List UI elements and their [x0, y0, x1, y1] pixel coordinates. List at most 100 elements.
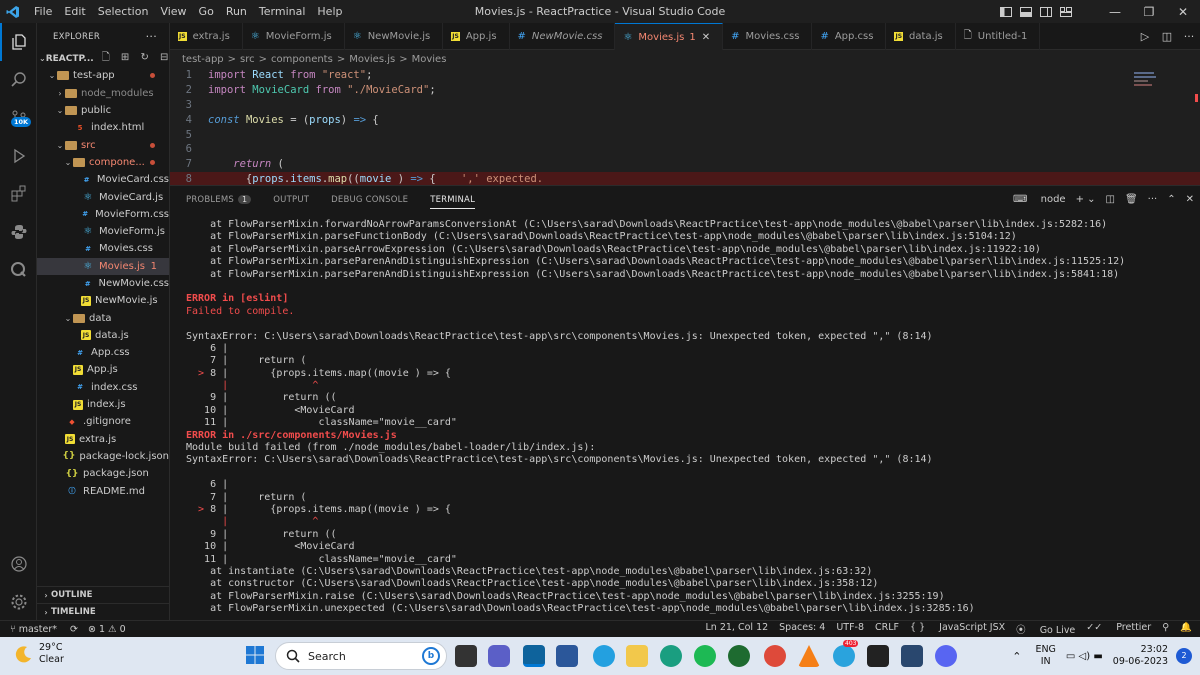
python-icon[interactable]: [0, 213, 37, 251]
menu-item-help[interactable]: Help: [311, 0, 348, 23]
task-view-icon[interactable]: [455, 645, 477, 667]
eol-status[interactable]: CRLF: [875, 622, 899, 636]
tree-folder[interactable]: ⌄ test-app: [37, 67, 169, 84]
tree-file[interactable]: {} package.json: [37, 465, 169, 482]
new-terminal-icon[interactable]: + ⌄: [1076, 194, 1096, 205]
tree-file[interactable]: ⓘ README.md: [37, 482, 169, 499]
search-icon[interactable]: [0, 61, 37, 99]
indentation-status[interactable]: Spaces: 4: [779, 622, 825, 636]
menu-item-view[interactable]: View: [154, 0, 192, 23]
tree-file[interactable]: 5 index.html: [37, 119, 169, 136]
teams-chat-icon[interactable]: [488, 645, 510, 667]
restore-button[interactable]: ❐: [1132, 0, 1166, 23]
browser-icon[interactable]: [593, 645, 615, 667]
network-volume-battery-icons[interactable]: ▭ ◁) ▬: [1066, 651, 1103, 662]
code-line[interactable]: 2 import MovieCard from "./MovieCard";: [170, 83, 1200, 98]
tab-extra-js[interactable]: JS extra.js: [170, 23, 243, 50]
split-terminal-icon[interactable]: ◫: [1106, 194, 1115, 205]
code-line[interactable]: 5: [170, 127, 1200, 142]
notifications-bell-icon[interactable]: 🔔: [1180, 622, 1192, 636]
tree-file[interactable]: # MovieCard.css: [37, 171, 169, 188]
language-status[interactable]: { } JavaScript JSX: [910, 622, 1005, 636]
chrome-icon[interactable]: [764, 645, 786, 667]
language-indicator[interactable]: ENG IN: [1035, 644, 1055, 668]
tree-file[interactable]: # NewMovie.css: [37, 275, 169, 292]
extensions-icon[interactable]: [0, 175, 37, 213]
explorer-icon[interactable]: [0, 23, 37, 61]
store-icon[interactable]: [556, 645, 578, 667]
account-icon[interactable]: [0, 545, 37, 583]
explorer-actions-icons[interactable]: 🗋 ⊞ ↻ ⊟: [102, 50, 173, 67]
tree-folder[interactable]: › node_modules: [37, 85, 169, 102]
windows-start-icon[interactable]: [245, 645, 267, 667]
tab-movies-css[interactable]: # Movies.css: [723, 23, 813, 50]
weather-widget[interactable]: 29°C Clear: [14, 642, 64, 666]
breadcrumb-item[interactable]: src: [240, 54, 255, 65]
code-line[interactable]: 7 return (: [170, 157, 1200, 172]
edge-icon[interactable]: [660, 645, 682, 667]
tree-file[interactable]: JS data.js: [37, 327, 169, 344]
terminal-output[interactable]: at FlowParserMixin.forwardNoArrowParamsC…: [186, 219, 1125, 616]
panel-tab-terminal[interactable]: TERMINAL: [430, 195, 476, 209]
code-line[interactable]: 6: [170, 142, 1200, 157]
panel-tab-output[interactable]: OUTPUT: [273, 195, 309, 205]
menu-item-selection[interactable]: Selection: [92, 0, 155, 23]
tree-file[interactable]: # index.css: [37, 379, 169, 396]
tree-file[interactable]: # App.css: [37, 344, 169, 361]
terminal-app-icon[interactable]: [867, 645, 889, 667]
minimize-button[interactable]: —: [1098, 0, 1132, 23]
more-actions-icon[interactable]: ···: [1178, 30, 1200, 43]
app-icon[interactable]: [728, 645, 750, 667]
menu-item-go[interactable]: Go: [193, 0, 220, 23]
tab-newmovie-css[interactable]: # NewMovie.css: [510, 23, 616, 50]
file-explorer-icon[interactable]: [626, 645, 648, 667]
go-live-status[interactable]: ⦿ Go Live: [1016, 622, 1075, 636]
telegram-icon[interactable]: 403: [833, 640, 859, 667]
tree-file[interactable]: ⚛ Movies.js 1: [37, 257, 169, 275]
tree-file[interactable]: {} package-lock.json: [37, 448, 169, 465]
menu-item-edit[interactable]: Edit: [58, 0, 91, 23]
tab-movies-js[interactable]: ⚛ Movies.js 1 ✕: [615, 23, 724, 50]
taskbar-search[interactable]: Search b: [275, 642, 447, 670]
timeline-section[interactable]: › TIMELINE: [37, 603, 170, 620]
remote-explorer-icon[interactable]: [0, 251, 37, 289]
tree-file[interactable]: ⚛ MovieCard.js: [37, 188, 169, 205]
virtualbox-icon[interactable]: [901, 645, 923, 667]
tree-file[interactable]: JS extra.js: [37, 431, 169, 448]
tab-newmovie-js[interactable]: ⚛ NewMovie.js: [345, 23, 444, 50]
tree-file[interactable]: JS App.js: [37, 361, 169, 378]
menu-item-terminal[interactable]: Terminal: [253, 0, 312, 23]
close-tab-icon[interactable]: ✕: [702, 32, 710, 43]
terminal-shell-icon[interactable]: ⌨ node: [1013, 194, 1066, 205]
minimap[interactable]: [1134, 70, 1160, 94]
panel-more-icon[interactable]: ···: [1148, 194, 1158, 205]
panel-tab-problems[interactable]: PROBLEMS 1: [186, 195, 252, 205]
tree-file[interactable]: # MovieForm.css: [37, 206, 169, 223]
maximize-panel-icon[interactable]: ⌃: [1167, 194, 1175, 205]
breadcrumb-item[interactable]: Movies.js: [349, 54, 395, 65]
tab-untitled-1[interactable]: 🗋 Untitled-1: [956, 23, 1041, 50]
tree-file[interactable]: ◆ .gitignore: [37, 413, 169, 430]
branch-status[interactable]: ⑂ master* ⟳: [10, 624, 78, 635]
toggle-secondary-sidebar-icon[interactable]: [1036, 0, 1056, 23]
show-hidden-icons[interactable]: ⌃: [1012, 650, 1021, 663]
run-icon[interactable]: ▷: [1134, 30, 1156, 43]
close-panel-icon[interactable]: ✕: [1186, 194, 1194, 205]
tree-folder[interactable]: ⌄ src: [37, 136, 169, 153]
workspace-root[interactable]: ⌄ REACTP... 🗋 ⊞ ↻ ⊟: [37, 50, 169, 67]
code-line[interactable]: 1 import React from "react";: [170, 68, 1200, 83]
tab-app-js[interactable]: JS App.js: [443, 23, 510, 50]
notification-count[interactable]: 2: [1176, 648, 1192, 664]
cursor-position[interactable]: Ln 21, Col 12: [706, 622, 769, 636]
tab-movieform-js[interactable]: ⚛ MovieForm.js: [243, 23, 345, 50]
toggle-panel-icon[interactable]: [1016, 0, 1036, 23]
vscode-taskbar-icon[interactable]: [523, 645, 545, 667]
panel-tab-debug-console[interactable]: DEBUG CONSOLE: [331, 195, 408, 205]
tab-data-js[interactable]: JS data.js: [886, 23, 956, 50]
menu-item-run[interactable]: Run: [220, 0, 253, 23]
tree-folder[interactable]: ⌄ public: [37, 102, 169, 119]
run-debug-icon[interactable]: [0, 137, 37, 175]
spotify-icon[interactable]: [694, 645, 716, 667]
discord-icon[interactable]: [935, 645, 957, 667]
split-editor-icon[interactable]: ◫: [1156, 30, 1178, 43]
